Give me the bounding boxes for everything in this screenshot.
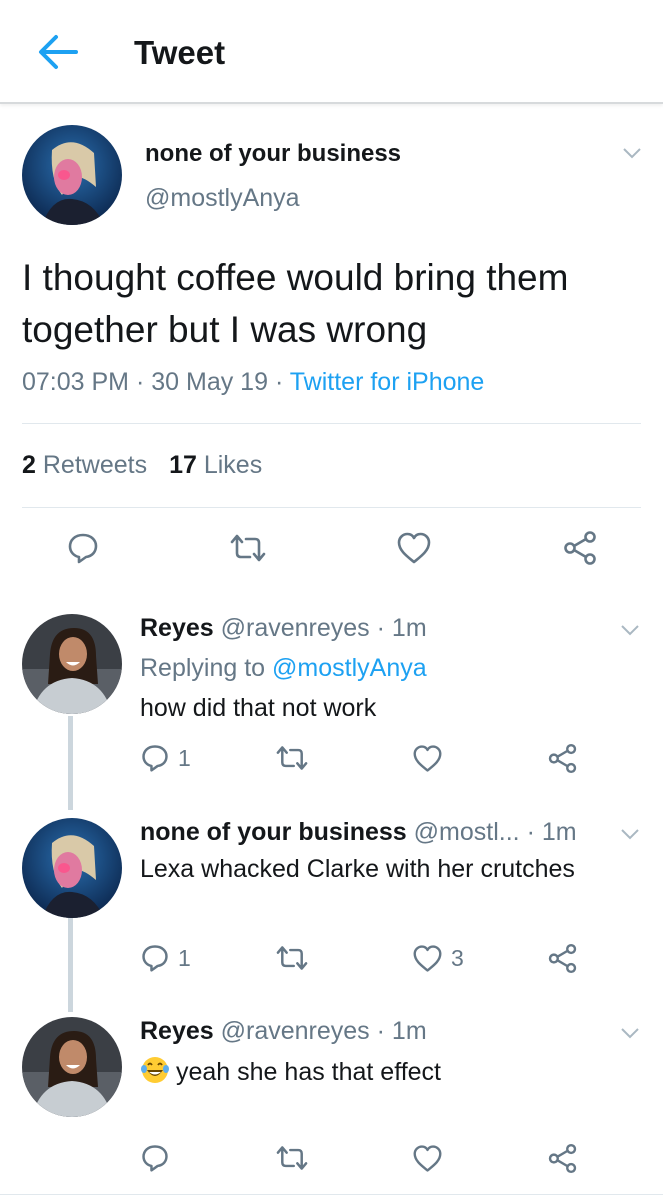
reply-icon <box>68 533 98 564</box>
tweet-source-link[interactable]: Twitter for iPhone <box>290 368 485 396</box>
retweet-icon <box>276 946 308 970</box>
author-avatar[interactable] <box>22 125 122 225</box>
reply-icon <box>142 945 168 972</box>
share-icon <box>564 531 596 565</box>
reply-button[interactable] <box>140 1138 178 1178</box>
divider <box>22 507 641 508</box>
chevron-down-icon <box>623 147 641 158</box>
reply-author-handle[interactable]: @mostl... <box>414 818 520 846</box>
tweet-meta: 07:03 PM · 30 May 19 · Twitter for iPhon… <box>22 368 484 397</box>
divider <box>22 423 641 424</box>
thread-line <box>68 918 73 1012</box>
retweet-icon <box>276 1146 308 1170</box>
reply-button[interactable]: 1 <box>140 938 191 978</box>
likes-count: 17 <box>169 451 197 479</box>
tweet-time: 07:03 PM <box>22 368 130 396</box>
back-button[interactable] <box>34 30 82 74</box>
thread-line <box>68 716 73 810</box>
reply-header: none of your business @mostl... · 1m <box>140 818 577 847</box>
like-button[interactable] <box>412 738 451 778</box>
reply-text: how did that not work <box>140 694 377 722</box>
chevron-down-icon <box>621 1027 639 1038</box>
reply-menu-button[interactable] <box>618 620 642 640</box>
reply-header: Reyes @ravenreyes · 1m <box>140 1017 427 1046</box>
reply-author-handle[interactable]: @ravenreyes <box>221 1017 370 1045</box>
retweet-button[interactable] <box>228 528 268 568</box>
replying-to-line: Replying to @mostlyAnya <box>140 654 427 683</box>
replying-to-handle[interactable]: @mostlyAnya <box>272 654 427 682</box>
share-button[interactable] <box>547 1138 578 1178</box>
reply-avatar[interactable] <box>22 818 122 918</box>
retweet-icon <box>230 534 266 562</box>
like-count: 3 <box>451 944 464 971</box>
reply-menu-button[interactable] <box>618 824 642 844</box>
tweet-text: I thought coffee would bring them togeth… <box>22 257 569 350</box>
meta-separator: · <box>135 368 145 396</box>
heart-icon <box>413 944 442 972</box>
like-button[interactable] <box>396 528 432 568</box>
reply-time: 1m <box>391 1017 427 1045</box>
app-header: Tweet <box>0 0 663 104</box>
retweet-button[interactable] <box>274 938 318 978</box>
reply-avatar[interactable] <box>22 614 122 714</box>
like-button[interactable] <box>412 1138 451 1178</box>
reply-count: 1 <box>178 944 191 971</box>
retweets-count: 2 <box>22 451 36 479</box>
retweets-stat[interactable]: 2 Retweets <box>22 451 147 479</box>
arrow-left-icon <box>39 35 78 69</box>
chevron-down-icon <box>621 828 639 839</box>
meta-separator: · <box>376 1017 385 1045</box>
share-icon <box>548 1143 577 1173</box>
like-button[interactable]: 3 <box>412 938 464 978</box>
reply-author-name[interactable]: none of your business <box>140 818 407 846</box>
reply-count: 1 <box>178 744 191 771</box>
reply-time: 1m <box>391 614 427 642</box>
reply-avatar[interactable] <box>22 1017 122 1117</box>
meta-separator: · <box>526 818 535 846</box>
tweet-menu-button[interactable] <box>620 143 644 163</box>
reply-header: Reyes @ravenreyes · 1m <box>140 614 427 643</box>
author-handle[interactable]: @mostlyAnya <box>145 184 300 213</box>
meta-separator: · <box>376 614 385 642</box>
likes-label: Likes <box>203 451 263 479</box>
reply-menu-button[interactable] <box>618 1023 642 1043</box>
reply-icon <box>142 745 168 772</box>
laughing-tears-emoji <box>141 1057 169 1083</box>
replying-to-prefix: Replying to <box>140 654 266 682</box>
share-button[interactable] <box>547 938 578 978</box>
tweet-date: 30 May 19 <box>151 368 268 396</box>
reply-button[interactable]: 1 <box>140 738 191 778</box>
heart-icon <box>397 532 431 564</box>
divider <box>0 1194 663 1195</box>
reply-author-handle[interactable]: @ravenreyes <box>221 614 370 642</box>
reply-author-name[interactable]: Reyes <box>140 1017 214 1045</box>
share-button[interactable] <box>547 738 578 778</box>
retweets-label: Retweets <box>42 451 148 479</box>
reply-text-line: yeah she has that effect <box>140 1055 441 1087</box>
share-icon <box>548 743 577 773</box>
reply-icon <box>142 1145 168 1172</box>
share-icon <box>548 943 577 973</box>
retweet-button[interactable] <box>274 738 318 778</box>
likes-stat[interactable]: 17 Likes <box>169 451 262 479</box>
reply-button[interactable] <box>66 528 100 568</box>
retweet-icon <box>276 746 308 770</box>
share-button[interactable] <box>562 528 598 568</box>
heart-icon <box>413 744 442 772</box>
reply-text: Lexa whacked Clarke with her crutches <box>140 855 575 883</box>
heart-icon <box>413 1144 442 1172</box>
meta-separator: · <box>274 368 284 396</box>
chevron-down-icon <box>621 624 639 635</box>
retweet-button[interactable] <box>274 1138 318 1178</box>
tweet-stats: 2 Retweets 17 Likes <box>22 451 262 480</box>
reply-time: 1m <box>541 818 577 846</box>
author-name[interactable]: none of your business <box>145 140 401 168</box>
page-title: Tweet <box>134 34 226 71</box>
reply-text: yeah she has that effect <box>176 1058 442 1086</box>
reply-author-name[interactable]: Reyes <box>140 614 214 642</box>
